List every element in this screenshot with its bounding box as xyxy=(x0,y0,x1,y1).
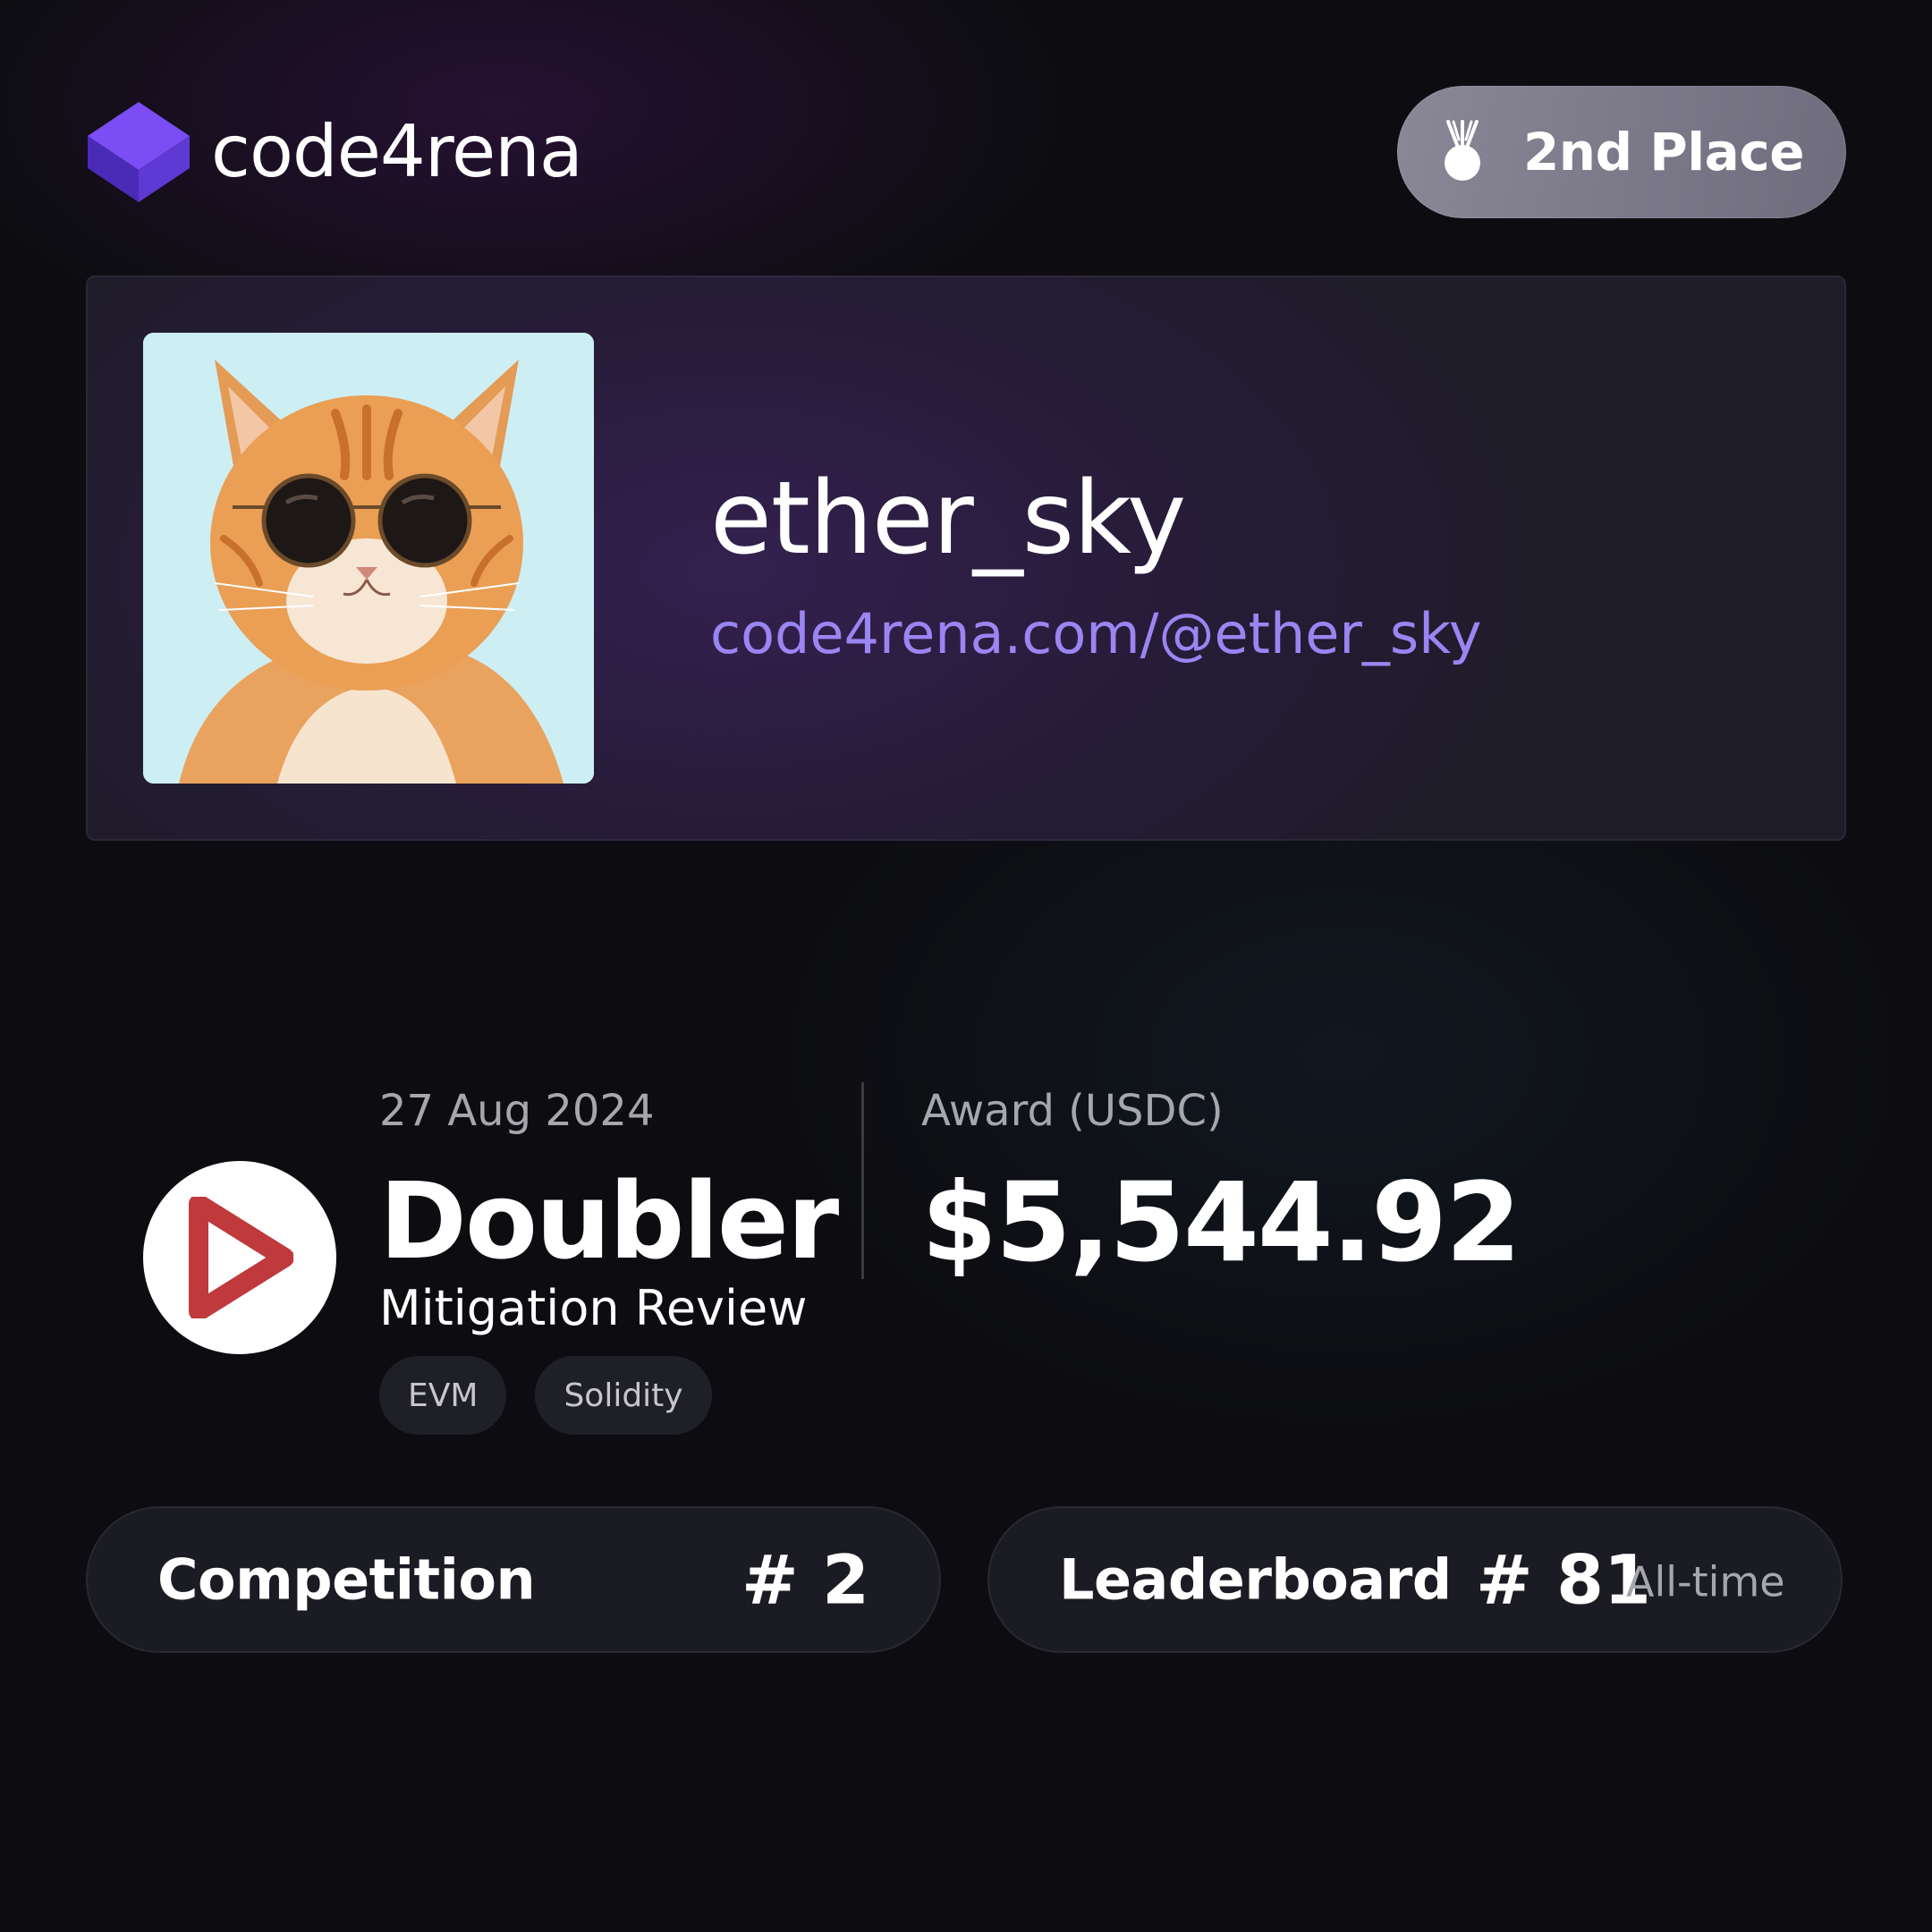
profile-link[interactable]: code4rena.com/@ether_sky xyxy=(710,606,1482,662)
competition-label: Competition xyxy=(157,1546,536,1613)
leaderboard-period: All-time xyxy=(1626,1557,1785,1606)
place-badge: 2nd Place xyxy=(1397,86,1846,218)
place-label: 2nd Place xyxy=(1522,122,1805,182)
competition-rank: # 2 xyxy=(741,1539,869,1620)
tag-evm: EVM xyxy=(379,1356,507,1435)
leaderboard-rank-pill: Leaderboard # 81 All-time xyxy=(987,1506,1843,1653)
leaderboard-rank: # 81 xyxy=(1476,1539,1651,1620)
cube-logo-icon xyxy=(88,102,190,202)
award-value: $5,544.92 xyxy=(921,1159,1521,1286)
brand-name: code4rena xyxy=(211,110,583,193)
divider xyxy=(861,1082,864,1279)
leaderboard-label: Leaderboard xyxy=(1059,1546,1452,1613)
contest-date: 27 Aug 2024 xyxy=(379,1086,655,1136)
award-card: code4rena 2nd Place ether_sky code4rena.… xyxy=(0,0,1932,1932)
contest-name: Doubler xyxy=(379,1159,839,1283)
profile-card: ether_sky code4rena.com/@ether_sky xyxy=(86,275,1846,841)
username: ether_sky xyxy=(710,461,1186,577)
play-triangle-icon xyxy=(189,1197,293,1318)
medal-icon xyxy=(1444,120,1480,181)
contest-logo xyxy=(143,1161,336,1354)
contest-type: Mitigation Review xyxy=(379,1280,808,1336)
competition-rank-pill: Competition # 2 xyxy=(86,1506,941,1653)
avatar xyxy=(143,333,594,784)
award-label: Award (USDC) xyxy=(921,1086,1224,1136)
contest-tags: EVM Solidity xyxy=(379,1356,712,1435)
tag-solidity: Solidity xyxy=(535,1356,712,1435)
cat-avatar-image xyxy=(143,333,594,784)
brand[interactable]: code4rena xyxy=(86,100,583,204)
